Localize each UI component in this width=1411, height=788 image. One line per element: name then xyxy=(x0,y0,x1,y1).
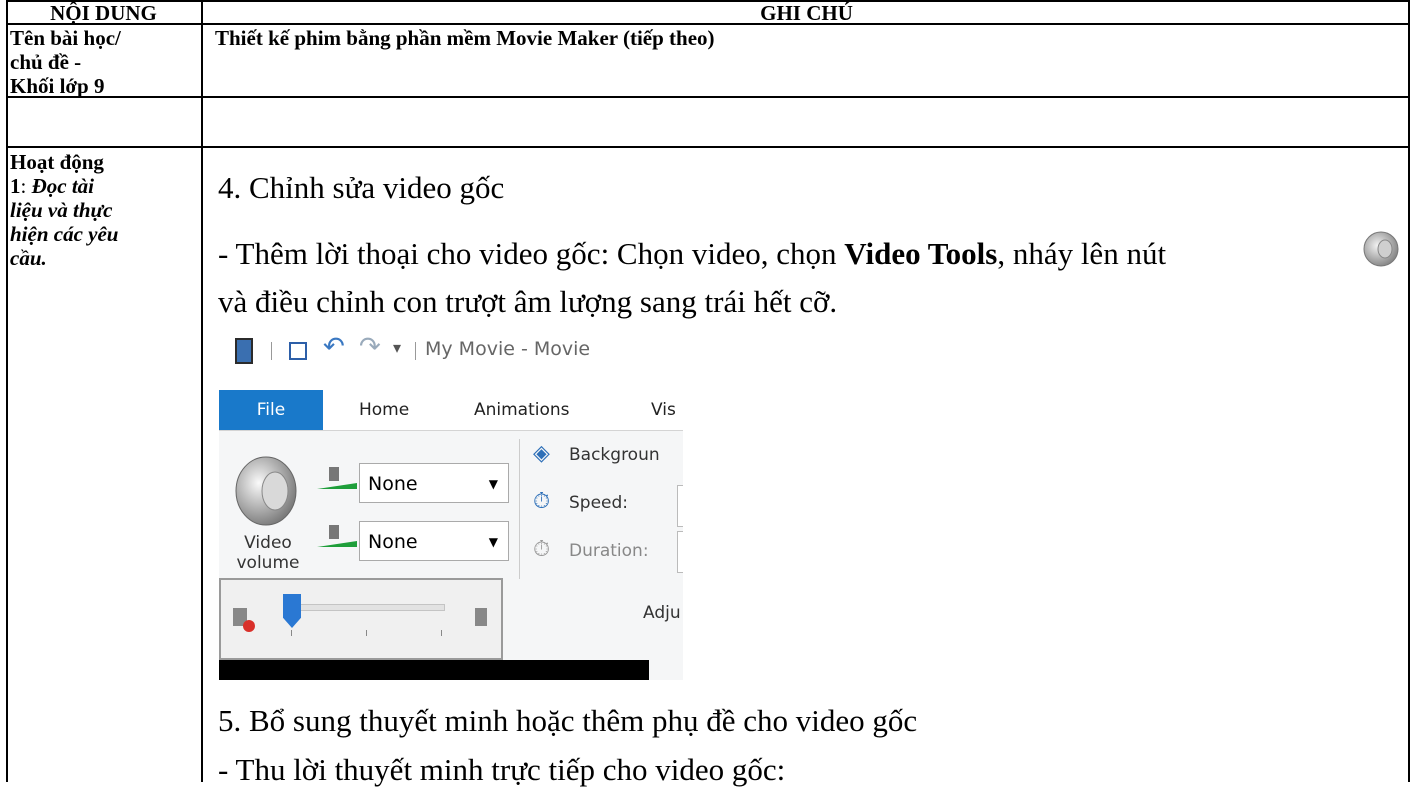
speed-input-edge[interactable] xyxy=(677,485,683,527)
activity-desc-line: liệu và thực xyxy=(10,198,113,222)
film-icon xyxy=(235,338,253,364)
lesson-title-label-line: Khối lớp 9 xyxy=(10,74,105,98)
adjust-group-label: Adju xyxy=(643,603,681,623)
activity-label-bold: Hoạt động xyxy=(10,150,104,174)
step5-title: 5. Bổ sung thuyết minh hoặc thêm phụ đề … xyxy=(218,703,918,738)
volume-slider-thumb[interactable] xyxy=(283,594,301,628)
chevron-down-icon: ▼ xyxy=(488,477,498,491)
speed-label: Speed: xyxy=(569,493,629,513)
step4-text-pre: - Thêm lời thoại cho video gốc: Chọn vid… xyxy=(218,236,845,271)
notes-table xyxy=(6,0,1410,782)
qat-dropdown-icon[interactable]: ▾ xyxy=(393,338,401,357)
step4-instruction: - Thêm lời thoại cho video gốc: Chọn vid… xyxy=(218,236,1166,272)
lesson-title-label-line: Tên bài học/ xyxy=(10,26,121,50)
header-notes-label: GHI CHÚ xyxy=(760,1,853,25)
separator xyxy=(415,342,416,360)
slider-tick xyxy=(441,630,442,636)
undo-icon[interactable]: ↶ xyxy=(323,332,345,362)
video-tools-text: Video Tools xyxy=(844,236,998,271)
volume-slider-popup xyxy=(219,578,503,660)
tab-home[interactable]: Home xyxy=(359,400,409,420)
activity-label: Hoạt động 1: Đọc tài liệu và thực hiện c… xyxy=(10,150,195,270)
redo-icon[interactable]: ↷ xyxy=(359,332,381,362)
duration-icon: ⏱ xyxy=(533,537,551,562)
fade-out-select[interactable]: None ▼ xyxy=(359,521,509,561)
step4-instruction-line2: và điều chỉnh con trượt âm lượng sang tr… xyxy=(218,284,838,319)
activity-desc-line: Đọc tài xyxy=(26,174,94,198)
fade-in-select[interactable]: None ▼ xyxy=(359,463,509,503)
tab-file[interactable]: File xyxy=(219,390,323,430)
muted-badge-icon xyxy=(243,620,255,632)
background-color-icon: ◈ xyxy=(533,441,550,466)
tab-visual-effects[interactable]: Vis xyxy=(651,400,676,420)
movie-maker-screenshot: ↶ ↷ ▾ My Movie - Movie File Home Animati… xyxy=(219,326,683,680)
volume-max-icon xyxy=(475,608,487,626)
header-content-label: NỘI DUNG xyxy=(50,1,157,25)
speed-icon: ⏱ xyxy=(533,489,551,514)
tab-animations[interactable]: Animations xyxy=(474,400,570,420)
fade-out-icon xyxy=(317,525,357,549)
chevron-down-icon: ▼ xyxy=(488,535,498,549)
window-title: My Movie - Movie xyxy=(425,338,591,360)
step4-text-post: , nháy lên nút xyxy=(997,236,1167,271)
activity-desc-line: cầu. xyxy=(10,246,47,270)
separator xyxy=(271,342,272,360)
activity-desc-line: hiện các yêu xyxy=(10,222,119,246)
save-icon[interactable] xyxy=(289,342,307,360)
fade-in-icon xyxy=(317,467,357,491)
window-titlebar: ↶ ↷ ▾ My Movie - Movie xyxy=(219,326,683,372)
step4-title: 4. Chỉnh sửa video gốc xyxy=(218,170,505,205)
lesson-title-label-line: chủ đề - xyxy=(10,50,82,74)
speaker-icon xyxy=(235,456,297,526)
duration-input-edge[interactable] xyxy=(677,531,683,573)
ribbon-separator xyxy=(519,439,520,579)
video-volume-label: Video volume xyxy=(236,533,300,573)
lesson-title: Thiết kế phim bằng phần mềm Movie Maker … xyxy=(215,26,715,50)
slider-tick xyxy=(291,630,292,636)
slider-tick xyxy=(366,630,367,636)
activity-number: 1 xyxy=(10,174,21,198)
speaker-icon xyxy=(1361,230,1401,270)
lesson-title-label: Tên bài học/ chủ đề - Khối lớp 9 xyxy=(10,26,195,98)
background-color-button[interactable]: Backgroun xyxy=(569,445,660,465)
step5-instruction: - Thu lời thuyết minh trực tiếp cho vide… xyxy=(218,752,786,787)
video-volume-button[interactable]: Video volume xyxy=(229,439,309,579)
volume-slider-track[interactable] xyxy=(291,604,445,611)
duration-label: Duration: xyxy=(569,541,649,561)
timeline-strip xyxy=(219,660,649,680)
